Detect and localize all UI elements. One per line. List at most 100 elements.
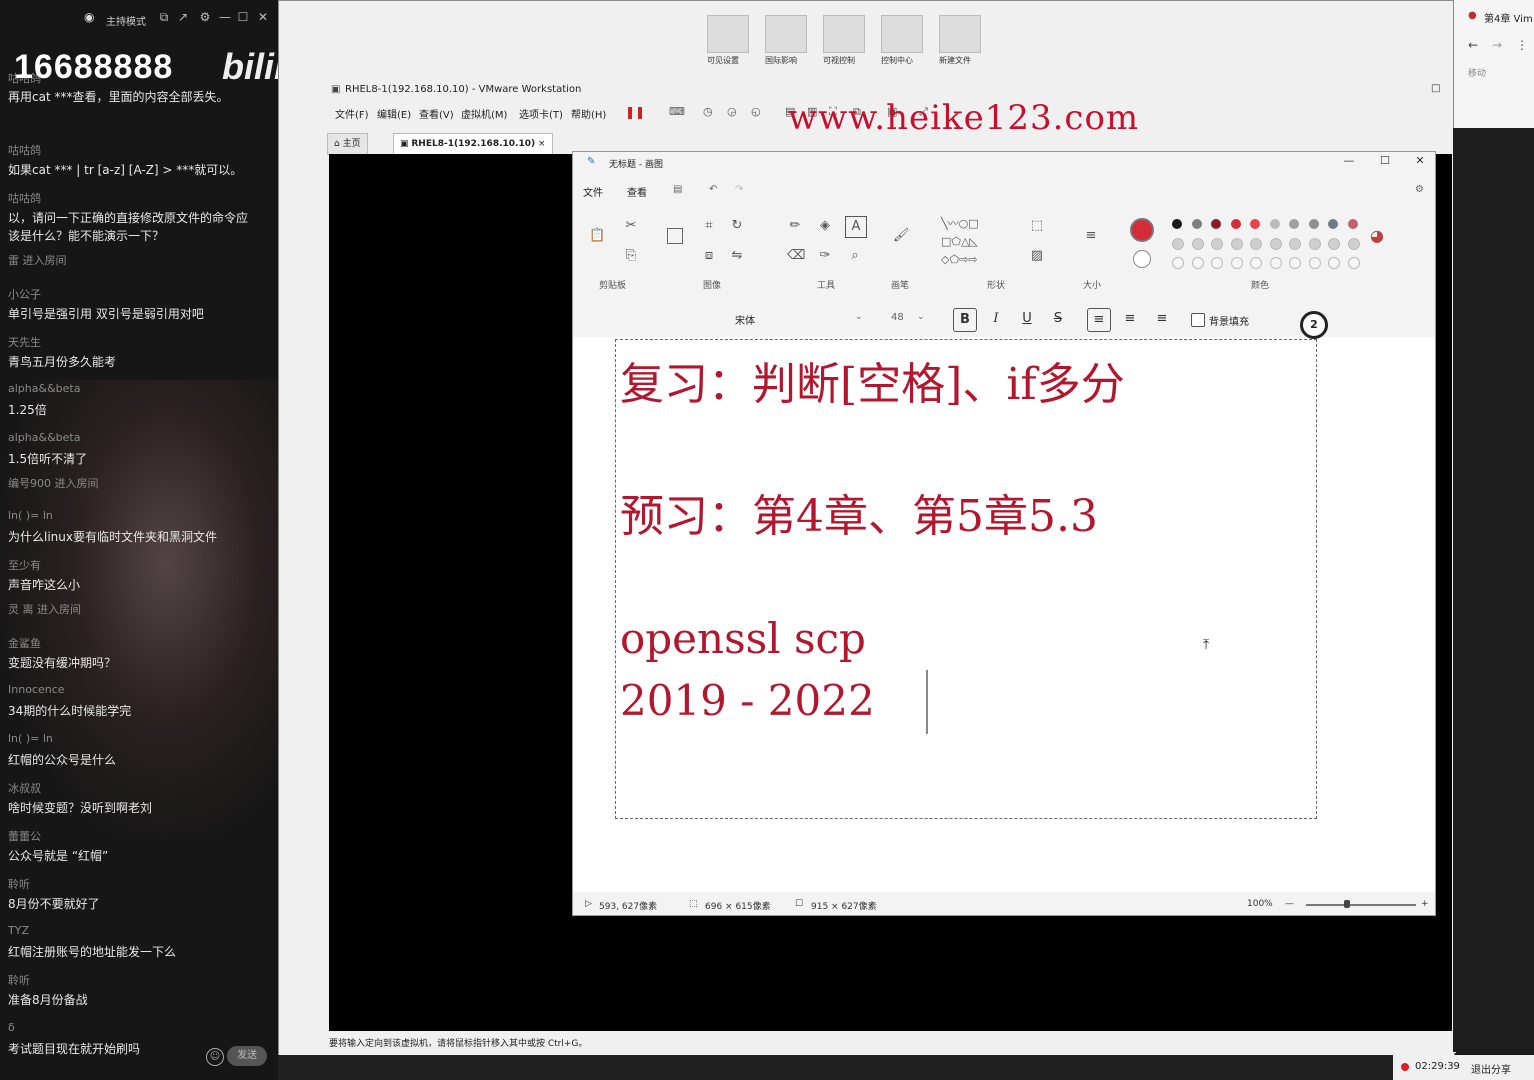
align-center-button[interactable]: ≡ <box>1119 308 1141 330</box>
revert-snapshot-icon[interactable]: ◶ <box>727 105 737 118</box>
menu-file[interactable]: 文件 <box>583 184 603 199</box>
save-icon[interactable]: ▤ <box>673 184 682 195</box>
browser-tab[interactable]: 第4章 Vim <box>1484 10 1533 25</box>
color-swatch[interactable] <box>1211 238 1223 250</box>
forward-icon[interactable]: → <box>1492 38 1502 52</box>
color-swatch[interactable] <box>1172 219 1182 229</box>
pause-icon[interactable]: ❚❚ <box>625 105 645 119</box>
thumbnail[interactable]: 控制中心 <box>881 15 925 69</box>
size-icon[interactable]: ≡ <box>1083 228 1099 244</box>
font-size-select[interactable]: 48 <box>891 312 904 323</box>
zoom-slider-thumb[interactable] <box>1344 900 1350 908</box>
external-link-icon[interactable]: ↗ <box>176 10 190 24</box>
chevron-down-icon[interactable]: ⌄ <box>855 312 863 322</box>
fill-shape-icon[interactable]: ▨ <box>1029 248 1045 264</box>
italic-button[interactable]: I <box>985 308 1007 330</box>
menu-help[interactable]: 帮助(H) <box>571 106 606 121</box>
cut-icon[interactable]: ✂ <box>623 218 639 234</box>
align-right-button[interactable]: ≡ <box>1151 308 1173 330</box>
strikethrough-button[interactable]: S <box>1047 308 1069 330</box>
zoom-out-icon[interactable]: — <box>1285 899 1294 909</box>
color-swatch[interactable] <box>1269 257 1282 269</box>
color-swatch[interactable] <box>1269 238 1282 250</box>
primary-color[interactable] <box>1130 218 1154 242</box>
manage-snapshots-icon[interactable]: ◵ <box>751 105 761 118</box>
thumbnail[interactable]: 可见设置 <box>707 15 751 69</box>
color-swatch[interactable] <box>1172 257 1184 269</box>
close-tab-icon[interactable]: × <box>538 139 546 149</box>
outline-icon[interactable]: ⬚ <box>1029 218 1045 234</box>
color-swatch[interactable] <box>1289 257 1301 269</box>
stop-share-button[interactable]: 退出分享 <box>1471 1061 1511 1076</box>
font-family-select[interactable]: 宋体 <box>735 312 755 327</box>
color-swatch[interactable] <box>1347 238 1360 250</box>
color-swatch[interactable] <box>1211 219 1221 229</box>
shapes-row-1[interactable]: ╲〰○□ <box>941 216 1011 232</box>
more-icon[interactable]: ⋮ <box>1516 38 1528 52</box>
crop-icon[interactable]: ⌗ <box>701 218 717 234</box>
maximize-icon[interactable]: ☐ <box>1375 154 1395 170</box>
settings-icon[interactable]: ⚙ <box>198 10 212 24</box>
color-swatch[interactable] <box>1347 257 1360 269</box>
thumbnail[interactable]: 新建文件 <box>939 15 983 69</box>
eraser-icon[interactable]: ⌫ <box>787 248 805 264</box>
shapes-row-2[interactable]: □⬠△◺ <box>941 234 1011 250</box>
brush-icon[interactable]: 🖌 <box>893 228 910 244</box>
background-fill-checkbox[interactable] <box>1191 313 1205 327</box>
menu-tabs[interactable]: 选项卡(T) <box>519 106 563 121</box>
color-swatch[interactable] <box>1308 219 1319 229</box>
zoom-in-icon[interactable]: + <box>1421 899 1429 909</box>
color-swatch[interactable] <box>1289 219 1299 229</box>
color-swatch[interactable] <box>1211 257 1223 269</box>
paste-icon[interactable]: 📋 <box>589 228 605 244</box>
color-swatch[interactable] <box>1347 219 1358 229</box>
align-left-button[interactable]: ≡ <box>1087 308 1111 332</box>
color-swatch[interactable] <box>1172 238 1184 250</box>
menu-view[interactable]: 查看(V) <box>419 106 454 121</box>
undo-icon[interactable]: ↶ <box>709 184 717 195</box>
color-swatch[interactable] <box>1308 238 1321 250</box>
redo-icon[interactable]: ↷ <box>735 184 743 195</box>
color-swatch[interactable] <box>1250 219 1260 229</box>
settings-icon[interactable]: ⚙ <box>1415 184 1424 195</box>
thumbnail[interactable]: 国际影响 <box>765 15 809 69</box>
tab-home[interactable]: ⌂ 主页 <box>327 133 368 155</box>
close-icon[interactable]: ✕ <box>256 10 270 24</box>
fill-icon[interactable]: ◈ <box>817 218 833 234</box>
minimize-icon[interactable]: — <box>218 10 232 24</box>
paint-canvas[interactable]: 复习：判断[空格]、if多分 预习：第4章、第5章5.3 openssl scp… <box>573 337 1435 892</box>
back-icon[interactable]: ← <box>1468 38 1478 52</box>
color-swatch[interactable] <box>1328 257 1340 269</box>
tab-rhel8[interactable]: ▣ RHEL8-1(192.168.10.10) × <box>393 133 553 155</box>
color-swatch[interactable] <box>1328 238 1340 250</box>
text-box[interactable]: 复习：判断[空格]、if多分 预习：第4章、第5章5.3 openssl scp… <box>615 339 1317 819</box>
color-swatch[interactable] <box>1289 238 1301 250</box>
color-swatch[interactable] <box>1230 238 1243 250</box>
popout-icon[interactable]: ⧉ <box>157 10 171 24</box>
copy-icon[interactable]: ⎘ <box>623 248 639 264</box>
secondary-color[interactable] <box>1133 250 1151 268</box>
resize-icon[interactable]: ⧈ <box>701 248 717 264</box>
color-swatch[interactable] <box>1328 219 1338 229</box>
color-swatch[interactable] <box>1191 257 1204 269</box>
minimize-icon[interactable]: — <box>1339 154 1359 170</box>
close-icon[interactable]: ✕ <box>1410 154 1430 170</box>
chevron-down-icon[interactable]: ⌄ <box>917 312 925 322</box>
menu-view[interactable]: 查看 <box>627 184 647 199</box>
color-swatch[interactable] <box>1191 238 1204 250</box>
menu-edit[interactable]: 编辑(E) <box>377 106 411 121</box>
snapshot-icon[interactable]: ◷ <box>703 105 713 118</box>
send-keys-icon[interactable]: ⌨ <box>669 105 685 118</box>
maximize-icon[interactable]: ☐ <box>236 10 250 24</box>
menu-file[interactable]: 文件(F) <box>335 106 369 121</box>
send-button[interactable]: 发送 <box>227 1046 267 1066</box>
color-swatch[interactable] <box>1230 257 1243 269</box>
bold-button[interactable]: B <box>953 308 977 332</box>
color-swatch[interactable] <box>1250 238 1262 250</box>
magnifier-icon[interactable]: ⌕ <box>847 248 863 264</box>
color-swatch[interactable] <box>1308 257 1321 269</box>
flip-icon[interactable]: ⇋ <box>729 248 745 264</box>
color-swatch[interactable] <box>1269 219 1280 229</box>
rotate-icon[interactable]: ↻ <box>729 218 745 234</box>
color-swatch[interactable] <box>1191 219 1202 229</box>
